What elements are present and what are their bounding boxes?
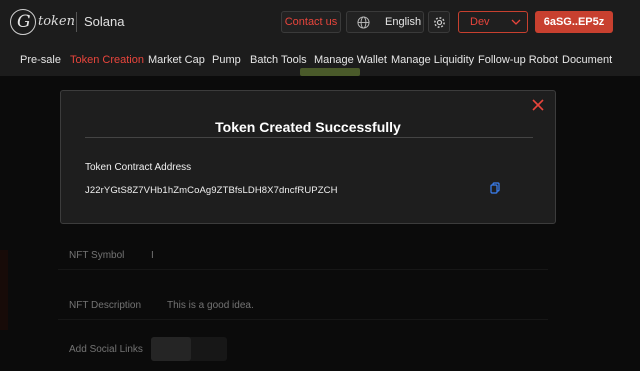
language-label: English	[385, 16, 422, 28]
nav-item-document[interactable]: Document	[562, 54, 612, 66]
nav-item-follow-up-robot[interactable]: Follow-up Robot	[478, 54, 558, 66]
logo[interactable]: G token	[10, 9, 80, 35]
logo-word: token	[38, 14, 75, 29]
copy-icon[interactable]	[490, 182, 500, 194]
gear-icon	[434, 17, 445, 28]
nav-item-manage-liquidity[interactable]: Manage Liquidity	[391, 54, 474, 66]
contract-address-value: J22rYGtS8Z7VHb1hZmCoAg9ZTBfsLDH8X7dncfRU…	[85, 185, 338, 196]
language-selector[interactable]: English	[346, 11, 424, 33]
image-preview	[300, 68, 360, 76]
contact-us-button[interactable]: Contact us	[281, 11, 341, 33]
nav-item-batch-tools[interactable]: Batch Tools	[250, 54, 307, 66]
modal-divider	[85, 137, 533, 138]
nav-item-manage-wallet[interactable]: Manage Wallet	[314, 54, 387, 66]
chain-name: Solana	[84, 14, 125, 29]
globe-icon	[357, 16, 370, 29]
close-icon[interactable]	[530, 97, 546, 113]
network-label: Dev	[470, 16, 490, 28]
modal-title: Token Created Successfully	[215, 119, 401, 135]
nav-item-pump[interactable]: Pump	[212, 54, 241, 66]
nav-item-pre-sale[interactable]: Pre-sale	[20, 54, 61, 66]
chevron-down-icon	[511, 19, 521, 25]
logo-g-icon: G	[17, 12, 31, 32]
top-header: G token Solana Contact us English Dev 6a…	[0, 0, 640, 44]
success-modal: Token Created Successfully Token Contrac…	[60, 90, 556, 224]
network-selector[interactable]: Dev	[458, 11, 528, 33]
wallet-button[interactable]: 6aSG..EP5z	[535, 11, 613, 33]
nav-item-token-creation[interactable]: Token Creation	[70, 54, 144, 66]
header-divider	[76, 12, 77, 32]
settings-button[interactable]	[428, 11, 450, 33]
contract-address-label: Token Contract Address	[85, 162, 192, 173]
nav-item-market-cap[interactable]: Market Cap	[148, 54, 205, 66]
